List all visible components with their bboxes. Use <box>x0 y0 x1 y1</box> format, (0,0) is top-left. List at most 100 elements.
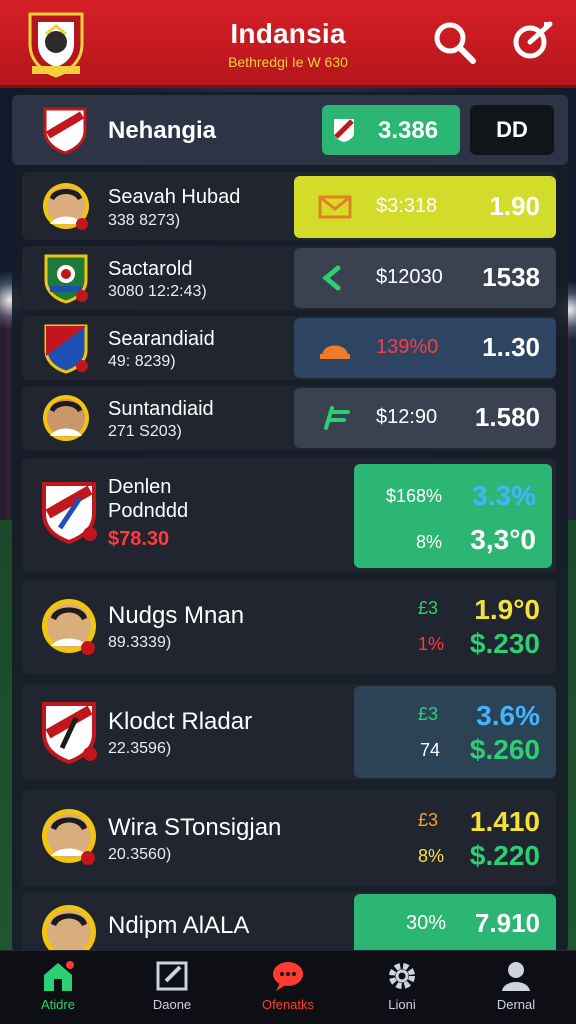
envelope-icon <box>318 195 352 219</box>
player-name: Nudgs Mnan <box>108 602 245 629</box>
options-button[interactable]: DD <box>470 105 554 155</box>
profile-icon <box>502 962 530 991</box>
bet-odds: 1.580 <box>474 402 540 432</box>
team-crest-icon <box>42 702 97 764</box>
team-crest-icon <box>42 482 97 544</box>
player-stat: 338 8273) <box>108 212 181 229</box>
bet-odds: 3.6% <box>476 700 540 731</box>
bet-odds-secondary: $.260 <box>469 734 540 765</box>
list-item[interactable]: Nudgs Mnan 89.3339) £3 1.9°0 1% $.230 <box>22 580 556 674</box>
nav-label: Ofenatks <box>261 997 315 1012</box>
nav-item-home[interactable]: Atidre <box>8 959 108 1019</box>
team-stake: $78.30 <box>108 528 170 550</box>
player-stat: 49: 8239) <box>108 353 176 370</box>
find-match-icon[interactable] <box>508 18 556 66</box>
team-name: Klodct Rladar <box>108 708 253 735</box>
bet-button[interactable]: $168% 3.3% 8% 3,3°0 <box>354 464 552 568</box>
list-item[interactable]: Sactarold 3080 12:2:43) $12030 1538 <box>22 246 556 310</box>
player-avatar <box>42 809 96 865</box>
team-odds-value: 3.386 <box>378 117 439 144</box>
team-flag-icon <box>334 119 354 142</box>
list-item[interactable]: Wira STonsigjan 20.3560) £3 1.410 8% $.2… <box>22 790 556 886</box>
flag-icon <box>324 406 350 430</box>
bet-percent: 8% <box>418 846 445 866</box>
bet-odds-stack[interactable]: £3 1.9°0 1% $.230 <box>418 594 540 664</box>
bet-amount: $12:90 <box>376 406 438 428</box>
bet-odds: 7.910 <box>474 908 540 938</box>
team-stat: 22.3596) <box>108 740 172 757</box>
bet-odds: 1..30 <box>482 332 540 362</box>
nav-item-chat[interactable]: Ofenatks <box>238 959 338 1019</box>
player-name: Ndipm AlALA <box>108 912 250 939</box>
featured-match-card[interactable]: Denlen Podnddd $78.30 $168% 3.3% 8% 3,3°… <box>22 458 556 572</box>
bet-button[interactable]: $12:90 1.580 <box>294 388 556 448</box>
list-item[interactable]: Ndipm AlALA 30% 7.910 <box>22 892 556 950</box>
bet-odds: 1538 <box>482 262 540 292</box>
bet-odds: 1.410 <box>469 806 540 837</box>
helmet-icon <box>320 345 350 359</box>
nav-label: Daone <box>152 997 192 1012</box>
team-name: Denlen <box>108 476 172 498</box>
bet-button[interactable]: $3:318 1.90 <box>294 176 556 238</box>
bet-odds-secondary: 3,3°0 <box>470 524 536 555</box>
bet-percent: 1% <box>418 634 445 654</box>
bet-amount: 139%0 <box>376 336 439 358</box>
nav-label: Atidre <box>41 997 75 1012</box>
bet-odds: 3.3% <box>472 480 536 511</box>
list-item[interactable]: Klodct Rladar 22.3596) £3 3.6% 74 $.260 <box>22 684 556 780</box>
bet-button[interactable]: $12030 1538 <box>294 248 556 308</box>
club-badge-icon <box>44 254 88 304</box>
list-item[interactable]: Searandiaid 49: 8239) 139%0 1..30 <box>22 316 556 380</box>
edit-icon <box>156 961 188 991</box>
player-name: Searandiaid <box>108 328 215 350</box>
nav-item-profile[interactable]: Dernal <box>466 959 566 1019</box>
nav-item-edit[interactable]: Daone <box>122 959 222 1019</box>
club-badge-icon <box>44 324 88 374</box>
player-name: Seavah Hubad <box>108 186 241 208</box>
player-name: Wira STonsigjan <box>108 814 282 841</box>
team-odds-button[interactable]: 3.386 <box>322 105 460 155</box>
gear-icon <box>389 963 415 989</box>
trend-icon: £3 <box>418 810 439 830</box>
bet-odds-secondary: $.230 <box>469 628 540 659</box>
bet-odds-secondary: $.220 <box>469 840 540 871</box>
nav-label: Dernal <box>496 997 536 1012</box>
bet-percent: 74 <box>420 740 441 760</box>
player-name: Sactarold <box>108 258 193 280</box>
bet-odds: 1.90 <box>489 191 540 221</box>
bet-button[interactable]: 30% 7.910 <box>354 894 556 950</box>
bet-button[interactable]: 139%0 1..30 <box>294 318 556 378</box>
team-name-line2: Podnddd <box>108 500 189 522</box>
nav-item-settings[interactable]: Lioni <box>352 959 452 1019</box>
chat-icon <box>273 962 303 991</box>
bet-odds: 1.9°0 <box>474 594 540 625</box>
app-header: Indansia Bethredgi Ie W 630 <box>0 0 576 88</box>
team-crest-icon <box>43 107 87 155</box>
team-name: Nehangia <box>108 117 217 144</box>
home-icon <box>44 961 74 991</box>
bet-odds-stack[interactable]: £3 1.410 8% $.220 <box>418 806 540 876</box>
trend-icon: £3 <box>418 598 439 618</box>
bottom-navigation: Atidre Daone Ofenatks Lioni Dernal <box>0 950 576 1024</box>
list-item[interactable]: Seavah Hubad 338 8273) $3:318 1.90 <box>22 172 556 240</box>
player-stat: 89.3339) <box>108 634 172 651</box>
featured-team-row[interactable]: Nehangia 3.386 DD <box>12 95 568 165</box>
player-stat: 3080 12:2:43) <box>108 283 207 300</box>
bet-button[interactable]: £3 3.6% 74 $.260 <box>354 686 556 778</box>
bet-amount: $12030 <box>376 266 443 288</box>
bet-amount: $3:318 <box>376 195 438 217</box>
player-avatar <box>42 599 96 655</box>
search-icon[interactable] <box>430 18 478 66</box>
bet-amount: $168% <box>386 486 443 506</box>
bet-odds-stack: £3 3.6% 74 $.260 <box>418 700 540 770</box>
bet-percent: 8% <box>416 532 443 552</box>
bet-percent: 30% <box>406 912 447 934</box>
player-avatar <box>42 905 96 950</box>
list-item[interactable]: Suntandiaid 271 S203) $12:90 1.580 <box>22 386 556 450</box>
nav-label: Lioni <box>388 997 416 1012</box>
player-stat: 20.3560) <box>108 846 172 863</box>
player-avatar <box>43 183 89 230</box>
page-title: Indansia <box>230 18 346 49</box>
page-subtitle: Bethredgi Ie W 630 <box>228 54 348 70</box>
arrow-icon <box>322 265 341 291</box>
